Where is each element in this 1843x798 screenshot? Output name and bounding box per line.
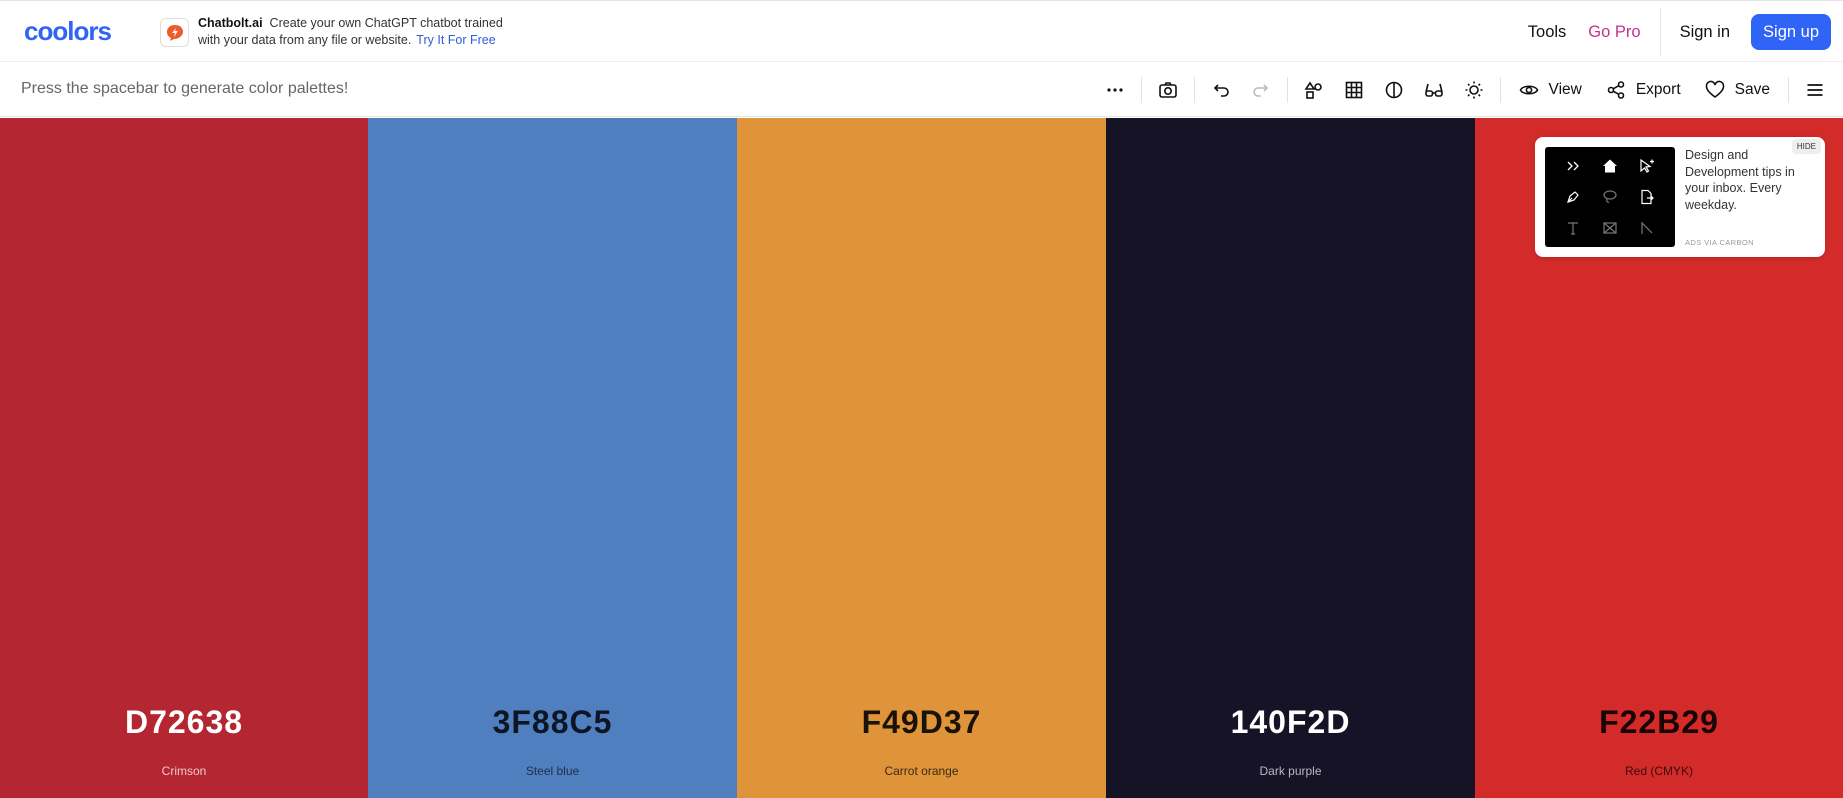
swatch-color-name: Carrot orange: [884, 764, 959, 778]
toolbar-divider: [1286, 76, 1288, 103]
swatch-hex[interactable]: 140F2D: [1106, 704, 1475, 741]
brightness-icon[interactable]: [1454, 70, 1494, 110]
hide-ad-button[interactable]: HIDE: [1791, 139, 1821, 154]
home-icon: [1602, 159, 1617, 173]
pen-icon: [1567, 191, 1580, 203]
carbon-ad-attribution[interactable]: ADS VIA CARBON: [1685, 238, 1754, 247]
swatch-color-name: Red (CMYK): [1624, 764, 1693, 778]
sign-in-link[interactable]: Sign in: [1669, 23, 1741, 42]
view-button[interactable]: View: [1507, 70, 1594, 110]
glasses-icon[interactable]: [1414, 70, 1454, 110]
frame-tool-icon: [1603, 222, 1617, 234]
contrast-icon[interactable]: [1374, 70, 1414, 110]
chevrons-right-icon: [1567, 161, 1580, 171]
export-label: Export: [1635, 80, 1681, 98]
sponsor-brand: Chatbolt.ai: [198, 16, 263, 30]
carbon-ad[interactable]: Design and Development tips in your inbo…: [1535, 137, 1825, 257]
toolbar-divider: [1499, 76, 1501, 103]
sponsor-line2: with your data from any file or website.: [198, 32, 412, 47]
file-export-icon: [1641, 189, 1654, 205]
redo-icon[interactable]: [1241, 70, 1281, 110]
swatch-color-name: Dark purple: [1259, 764, 1322, 778]
grid-icon[interactable]: [1334, 70, 1374, 110]
menu-icon[interactable]: [1795, 70, 1835, 110]
share-icon: [1607, 80, 1625, 99]
chatbolt-logo-icon: [160, 18, 189, 47]
color-swatch[interactable]: 3F88C5 Steel blue: [368, 118, 737, 798]
swatch-hex[interactable]: F22B29: [1475, 704, 1843, 741]
palette-toolbar: Press the spacebar to generate color pal…: [0, 62, 1843, 117]
slice-tool-icon: [1641, 221, 1653, 234]
cursor-plus-icon: [1640, 159, 1654, 174]
toolbar-actions: View Export Save: [1095, 62, 1843, 117]
sponsored-banner[interactable]: Chatbolt.ai Create your own ChatGPT chat…: [160, 15, 503, 48]
shapes-icon[interactable]: [1294, 70, 1334, 110]
undo-icon[interactable]: [1201, 70, 1241, 110]
export-button[interactable]: Export: [1594, 70, 1693, 110]
view-label: View: [1548, 80, 1582, 98]
lasso-icon: [1603, 190, 1617, 203]
carbon-ad-image[interactable]: [1545, 147, 1675, 247]
go-pro-link[interactable]: Go Pro: [1577, 23, 1651, 42]
heart-icon: [1705, 80, 1724, 98]
coolors-logo[interactable]: coolors: [24, 19, 136, 45]
sign-up-button[interactable]: Sign up: [1751, 14, 1831, 50]
swatch-hex[interactable]: F49D37: [737, 704, 1106, 741]
color-swatch[interactable]: F49D37 Carrot orange: [737, 118, 1106, 798]
nav-divider: [1659, 8, 1661, 56]
toolbar-divider: [1140, 76, 1142, 103]
eye-icon: [1519, 84, 1538, 95]
account-nav: Tools Go Pro Sign in Sign up: [1517, 8, 1831, 56]
swatch-hex[interactable]: D72638: [0, 704, 368, 741]
carbon-ad-text[interactable]: Design and Development tips in your inbo…: [1685, 147, 1795, 213]
toolbar-divider: [1788, 76, 1789, 103]
swatch-hex[interactable]: 3F88C5: [368, 704, 737, 741]
more-icon[interactable]: [1095, 70, 1135, 110]
save-label: Save: [1734, 80, 1770, 98]
top-navigation: coolors Chatbolt.ai Create your own Chat…: [0, 0, 1843, 62]
save-button[interactable]: Save: [1693, 70, 1782, 110]
svg-text:coolors: coolors: [24, 19, 111, 45]
sponsored-text: Chatbolt.ai Create your own ChatGPT chat…: [198, 15, 503, 48]
color-swatch[interactable]: 140F2D Dark purple: [1106, 118, 1475, 798]
swatch-color-name: Steel blue: [525, 764, 580, 778]
tools-link[interactable]: Tools: [1517, 23, 1578, 42]
toolbar-divider: [1193, 76, 1195, 103]
swatch-color-name: Crimson: [161, 764, 207, 778]
text-tool-icon: [1568, 222, 1579, 235]
sponsor-cta-link[interactable]: Try It For Free: [416, 33, 495, 47]
camera-icon[interactable]: [1148, 70, 1188, 110]
color-swatch[interactable]: D72638 Crimson: [0, 118, 368, 798]
sponsor-line1: Create your own ChatGPT chatbot trained: [269, 16, 503, 30]
spacebar-hint: Press the spacebar to generate color pal…: [21, 80, 349, 97]
